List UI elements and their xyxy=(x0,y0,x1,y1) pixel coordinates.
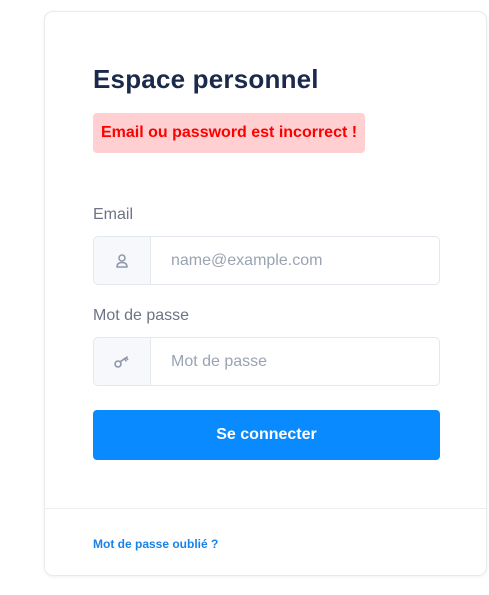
password-input-group xyxy=(93,337,440,386)
login-button[interactable]: Se connecter xyxy=(93,410,440,460)
key-icon xyxy=(94,338,151,385)
page-title: Espace personnel xyxy=(93,64,319,94)
divider xyxy=(45,508,486,509)
password-label: Mot de passe xyxy=(93,307,190,324)
email-input-group xyxy=(93,236,440,285)
email-label: Email xyxy=(93,206,134,223)
email-field[interactable] xyxy=(151,237,439,284)
user-icon xyxy=(94,237,151,284)
password-field[interactable] xyxy=(151,338,439,385)
error-alert: Email ou password est incorrect ! xyxy=(93,113,366,153)
error-message: Email ou password est incorrect ! xyxy=(101,124,358,141)
forgot-password-link[interactable]: Mot de passe oublié ? xyxy=(93,537,218,551)
login-card: Espace personnel Email ou password est i… xyxy=(44,11,487,576)
